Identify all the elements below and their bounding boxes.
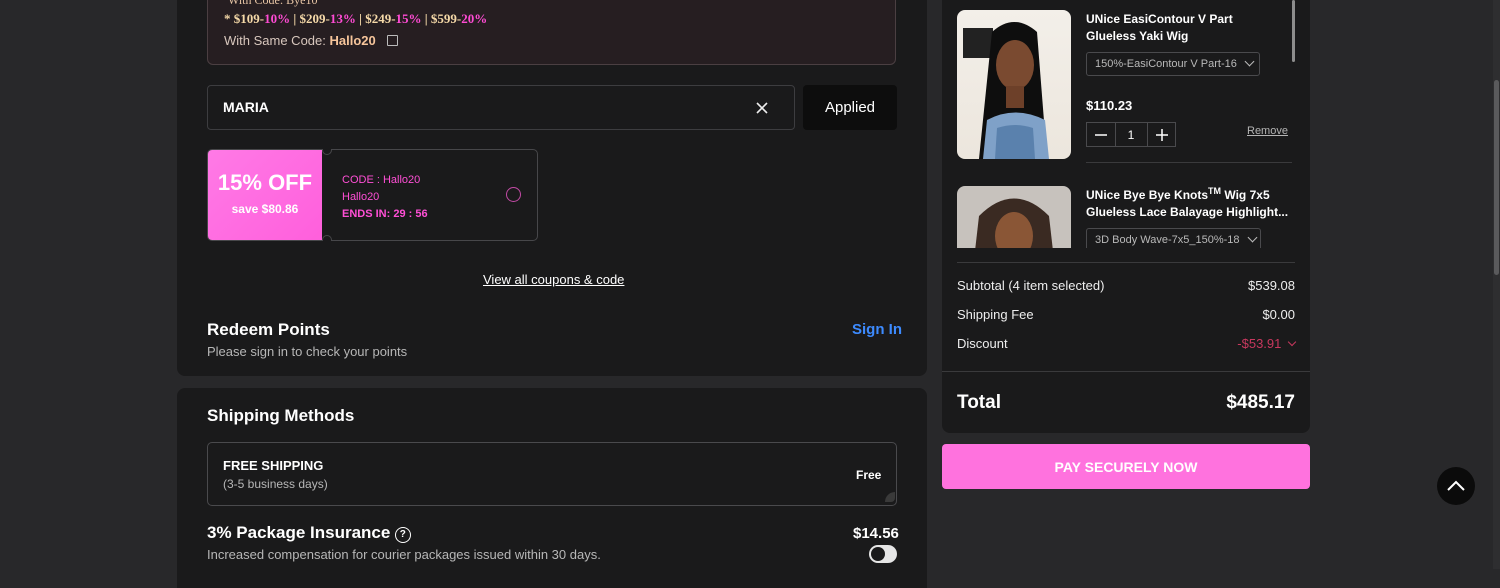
subtotal-value: $539.08 bbox=[1248, 278, 1295, 293]
quantity-stepper-1: 1 bbox=[1086, 122, 1176, 147]
coupon-code-input[interactable] bbox=[223, 99, 723, 115]
promo-banner: With Code: Bye10 * $109-10% | $209-13% |… bbox=[207, 0, 896, 65]
product-photo-1 bbox=[963, 22, 1049, 159]
coupon-countdown: ENDS IN: 29 : 56 bbox=[342, 208, 428, 220]
pay-securely-button[interactable]: PAY SECURELY NOW bbox=[942, 444, 1310, 489]
product-image-1[interactable] bbox=[957, 10, 1071, 159]
promo-same-code: With Same Code: Hallo20 bbox=[224, 33, 399, 48]
shipping-days: (3-5 business days) bbox=[223, 477, 328, 491]
applied-button[interactable]: Applied bbox=[803, 85, 897, 130]
chevron-down-icon bbox=[1244, 56, 1255, 67]
scroll-to-top-button[interactable] bbox=[1437, 467, 1475, 505]
shipping-fee-label: Shipping Fee bbox=[957, 307, 1034, 322]
shipping-price: Free bbox=[856, 468, 882, 482]
ticket-notch-top bbox=[322, 149, 332, 155]
promo-tiers: * $109-10% | $209-13% | $249-15% | $599-… bbox=[224, 11, 488, 26]
product-price-1: $110.23 bbox=[1086, 98, 1133, 113]
chevron-up-icon bbox=[1447, 480, 1465, 491]
coupon-discount-panel: 15% OFF save $80.86 bbox=[208, 150, 322, 240]
total-label: Total bbox=[957, 392, 1001, 413]
shipping-method-name: FREE SHIPPING bbox=[223, 458, 324, 473]
sign-in-link[interactable]: Sign In bbox=[852, 321, 902, 338]
plus-icon[interactable] bbox=[1147, 123, 1176, 146]
selected-corner-mark bbox=[885, 492, 895, 502]
chevron-down-icon[interactable] bbox=[1287, 337, 1297, 347]
copy-icon[interactable] bbox=[387, 35, 399, 46]
shipping-option[interactable]: FREE SHIPPING (3-5 business days) Free bbox=[207, 442, 897, 506]
shipping-fee-value: $0.00 bbox=[1262, 307, 1295, 322]
shipping-methods-title: Shipping Methods bbox=[207, 406, 355, 425]
discount-label: Discount bbox=[957, 336, 1008, 351]
shipping-fee-row: Shipping Fee $0.00 bbox=[957, 307, 1295, 322]
coupon-save: save $80.86 bbox=[231, 202, 299, 216]
promo-code: Hallo20 bbox=[329, 33, 376, 48]
coupon-percent: 15% OFF bbox=[217, 170, 313, 195]
promo-top-text: With Code: Bye10 bbox=[228, 0, 318, 7]
page-scrollbar-thumb[interactable] bbox=[1494, 80, 1499, 275]
clear-icon[interactable] bbox=[754, 100, 770, 116]
coupon-details: CODE : Hallo20 Hallo20 ENDS IN: 29 : 56 bbox=[342, 172, 428, 223]
product-title-1[interactable]: UNice EasiContour V Part Glueless Yaki W… bbox=[1086, 11, 1286, 45]
coupon-radio[interactable] bbox=[506, 187, 521, 202]
product-title-2[interactable]: UNice Bye Bye KnotsTM Wig 7x5 Glueless L… bbox=[1086, 183, 1292, 221]
insurance-toggle[interactable] bbox=[869, 545, 897, 563]
discount-value: -$53.91 bbox=[1237, 336, 1282, 351]
subtotal-row: Subtotal (4 item selected) $539.08 bbox=[957, 278, 1295, 293]
coupon-ticket[interactable]: 15% OFF save $80.86 CODE : Hallo20 Hallo… bbox=[207, 149, 538, 241]
product-image-2[interactable] bbox=[957, 186, 1071, 248]
minus-icon[interactable] bbox=[1087, 123, 1116, 146]
insurance-price: $14.56 bbox=[853, 525, 899, 542]
coupon-code-line: CODE : Hallo20 bbox=[342, 174, 421, 186]
ticket-notch-bottom bbox=[322, 235, 332, 241]
variant-select-1[interactable]: 150%-EasiContour V Part-16 bbox=[1086, 52, 1260, 76]
redeem-points-title: Redeem Points bbox=[207, 320, 330, 339]
quantity-value-1[interactable]: 1 bbox=[1116, 123, 1146, 146]
view-all-coupons-link[interactable]: View all coupons & code bbox=[483, 272, 624, 287]
info-icon[interactable]: ? bbox=[394, 527, 411, 543]
insurance-title-row: 3% Package Insurance ? bbox=[207, 523, 411, 543]
remove-link-1[interactable]: Remove bbox=[1247, 125, 1288, 137]
insurance-subtitle: Increased compensation for courier packa… bbox=[207, 547, 601, 562]
chevron-down-icon bbox=[1247, 232, 1258, 243]
coupon-code: Hallo20 bbox=[342, 191, 380, 203]
product-photo-2 bbox=[975, 198, 1053, 248]
redeem-points-subtitle: Please sign in to check your points bbox=[207, 344, 408, 359]
coupon-input-wrapper bbox=[207, 85, 795, 130]
variant-select-2[interactable]: 3D Body Wave-7x5_150%-18 bbox=[1086, 228, 1261, 248]
subtotal-label: Subtotal (4 item selected) bbox=[957, 278, 1105, 293]
total-value: $485.17 bbox=[1226, 392, 1295, 413]
insurance-title: 3% Package Insurance bbox=[207, 523, 391, 542]
total-row: Total $485.17 bbox=[957, 392, 1295, 414]
discount-row[interactable]: Discount -$53.91 bbox=[957, 336, 1297, 351]
summary-divider bbox=[957, 262, 1295, 263]
item-list-scrollbar[interactable] bbox=[1292, 0, 1295, 62]
item-2-clip: UNice Bye Bye KnotsTM Wig 7x5 Glueless L… bbox=[942, 163, 1310, 248]
total-divider bbox=[942, 371, 1310, 372]
